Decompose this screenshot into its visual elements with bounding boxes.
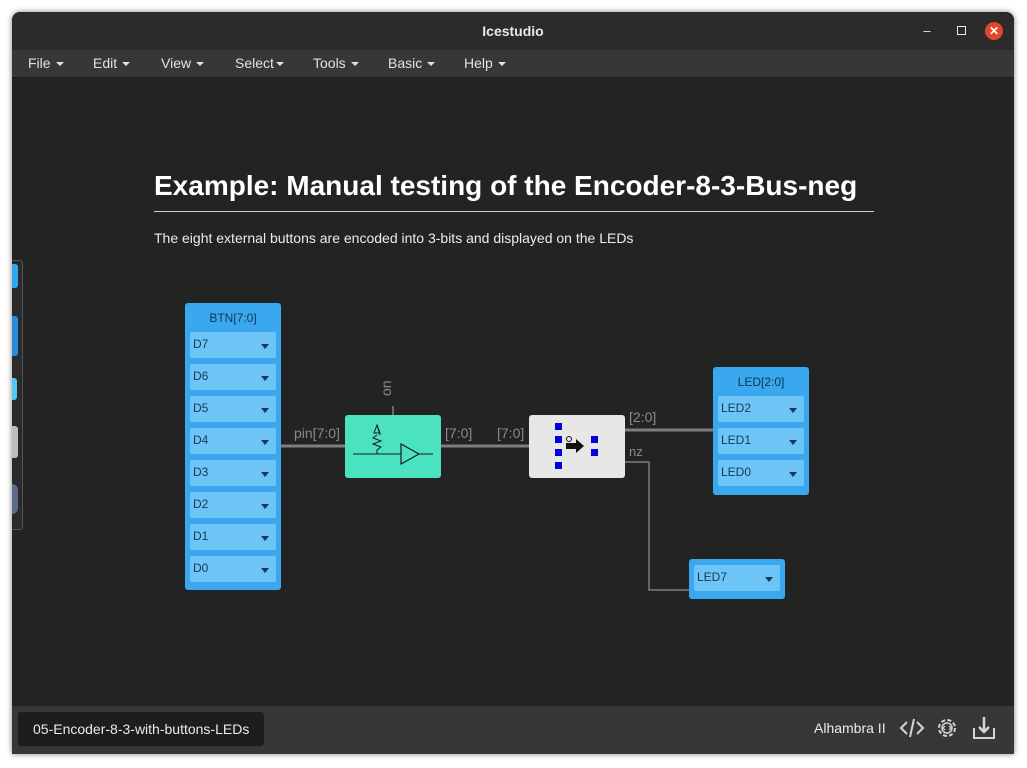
side-tab-1[interactable]: [12, 264, 18, 288]
side-tab-2[interactable]: [12, 316, 18, 356]
menu-file[interactable]: File: [28, 55, 64, 71]
label-bus-out-1: [7:0]: [445, 425, 473, 441]
pin-select-d1[interactable]: D1: [190, 524, 276, 550]
led7-output-block[interactable]: LED7: [689, 559, 785, 599]
title-bar: Icestudio – ✕: [12, 12, 1014, 50]
window-title: Icestudio: [482, 23, 544, 39]
pin-select-d6[interactable]: D6: [190, 364, 276, 390]
pin-select-d2[interactable]: D2: [190, 492, 276, 518]
pin-select-d3[interactable]: D3: [190, 460, 276, 486]
project-name[interactable]: 05-Encoder-8-3-with-buttons-LEDs: [18, 712, 265, 746]
code-icon[interactable]: [898, 714, 926, 742]
menu-edit[interactable]: Edit: [93, 55, 131, 71]
design-canvas[interactable]: Example: Manual testing of the Encoder-8…: [12, 78, 1014, 718]
chevron-down-icon: [765, 577, 773, 582]
label-pin-bus: pin[7:0]: [294, 425, 340, 441]
wires-layer: [280, 406, 713, 591]
led-output-block[interactable]: LED[2:0] LED2 LED1 LED0: [713, 367, 809, 495]
chevron-down-icon: [261, 376, 269, 381]
menu-tools[interactable]: Tools: [313, 55, 359, 71]
btn-input-block[interactable]: BTN[7:0] D7 D6 D5 D4 D3 D2 D1 D0: [185, 303, 281, 590]
label-bus-out-2: [2:0]: [629, 409, 657, 425]
app-window: Icestudio – ✕ File Edit View Select Tool…: [12, 12, 1014, 754]
chevron-down-icon: [789, 440, 797, 445]
wire-nz: [625, 461, 689, 591]
label-bus-in-2: [7:0]: [497, 425, 525, 441]
encoder-icon: [555, 423, 598, 469]
menu-bar: File Edit View Select Tools Basic Help: [12, 50, 1014, 78]
chevron-down-icon: [789, 472, 797, 477]
board-selector[interactable]: Alhambra II: [814, 720, 886, 736]
pin-select-d0[interactable]: D0: [190, 556, 276, 582]
pin-select-d7[interactable]: D7: [190, 332, 276, 358]
side-tab-4[interactable]: [12, 426, 18, 458]
label-nz: nz: [629, 444, 643, 459]
menu-help[interactable]: Help: [464, 55, 506, 71]
chevron-down-icon: [261, 536, 269, 541]
menu-basic[interactable]: Basic: [388, 55, 436, 71]
menu-view[interactable]: View: [161, 55, 205, 71]
side-tab-5[interactable]: [12, 484, 18, 514]
status-bar: 05-Encoder-8-3-with-buttons-LEDs Alhambr…: [12, 706, 1014, 754]
pin-select-d4[interactable]: D4: [190, 428, 276, 454]
chevron-down-icon: [261, 408, 269, 413]
chevron-down-icon: [261, 504, 269, 509]
minimize-icon[interactable]: –: [919, 23, 935, 39]
chevron-down-icon: [261, 440, 269, 445]
maximize-icon[interactable]: [953, 23, 969, 39]
chevron-down-icon: [261, 472, 269, 477]
led-block-title: LED[2:0]: [737, 375, 785, 389]
label-on: on: [378, 380, 394, 396]
btn-block-title: BTN[7:0]: [209, 311, 257, 325]
chevron-down-icon: [789, 408, 797, 413]
close-icon[interactable]: ✕: [985, 22, 1003, 40]
pullup-block[interactable]: [345, 415, 441, 478]
side-tab-3[interactable]: [12, 378, 17, 400]
chevron-down-icon: [261, 568, 269, 573]
menu-select[interactable]: Select: [235, 55, 284, 71]
pullup-buffer-icon: [353, 423, 433, 466]
pin-select-led2[interactable]: LED2: [718, 396, 804, 422]
chevron-down-icon: [261, 344, 269, 349]
pin-select-led7[interactable]: LED7: [694, 565, 780, 591]
pin-select-d5[interactable]: D5: [190, 396, 276, 422]
settings-gear-icon[interactable]: [933, 714, 961, 742]
pin-select-led1[interactable]: LED1: [718, 428, 804, 454]
download-icon[interactable]: [970, 714, 998, 742]
encoder-block[interactable]: [529, 415, 625, 478]
pin-select-led0[interactable]: LED0: [718, 460, 804, 486]
